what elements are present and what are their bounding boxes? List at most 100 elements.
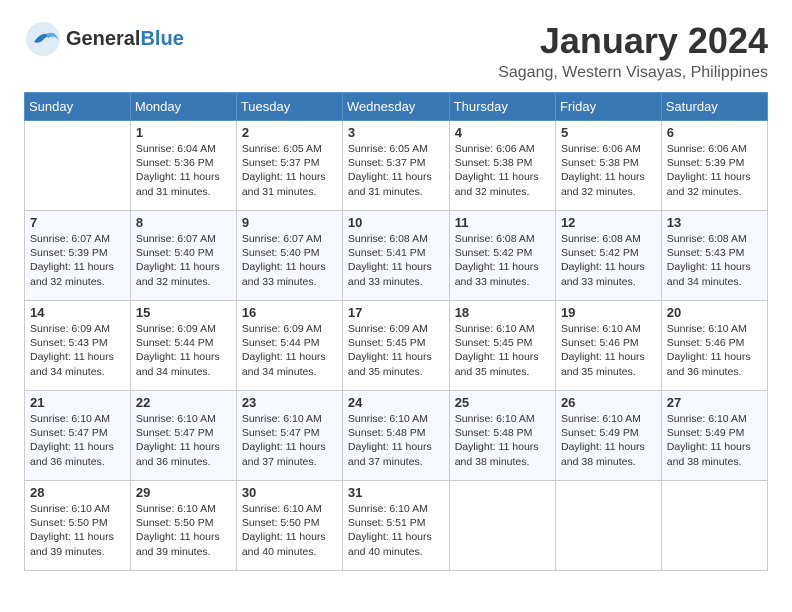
calendar-cell: 4 Sunrise: 6:06 AMSunset: 5:38 PMDaylight… [449, 121, 555, 211]
calendar-cell: 24 Sunrise: 6:10 AMSunset: 5:48 PMDayligh… [342, 391, 449, 481]
day-info: Sunrise: 6:10 AMSunset: 5:49 PMDaylight:… [561, 412, 656, 469]
day-number: 17 [348, 305, 444, 320]
calendar-week-row: 21 Sunrise: 6:10 AMSunset: 5:47 PMDayligh… [25, 391, 768, 481]
day-number: 2 [242, 125, 337, 140]
calendar-cell: 22 Sunrise: 6:10 AMSunset: 5:47 PMDayligh… [130, 391, 236, 481]
day-number: 25 [455, 395, 550, 410]
day-info: Sunrise: 6:09 AMSunset: 5:44 PMDaylight:… [136, 322, 231, 379]
calendar-week-row: 14 Sunrise: 6:09 AMSunset: 5:43 PMDayligh… [25, 301, 768, 391]
logo-blue: Blue [140, 28, 183, 50]
day-info: Sunrise: 6:09 AMSunset: 5:44 PMDaylight:… [242, 322, 337, 379]
day-info: Sunrise: 6:10 AMSunset: 5:47 PMDaylight:… [136, 412, 231, 469]
day-info: Sunrise: 6:06 AMSunset: 5:38 PMDaylight:… [455, 142, 550, 199]
calendar-cell: 6 Sunrise: 6:06 AMSunset: 5:39 PMDaylight… [661, 121, 767, 211]
calendar-week-row: 1 Sunrise: 6:04 AMSunset: 5:36 PMDaylight… [25, 121, 768, 211]
day-info: Sunrise: 6:10 AMSunset: 5:46 PMDaylight:… [561, 322, 656, 379]
col-header-tuesday: Tuesday [236, 93, 342, 121]
day-info: Sunrise: 6:10 AMSunset: 5:50 PMDaylight:… [136, 502, 231, 559]
day-number: 13 [667, 215, 762, 230]
day-number: 6 [667, 125, 762, 140]
logo-icon [24, 20, 62, 58]
calendar-cell: 31Sunrise: 6:10 AMSunset: 5:51 PMDayligh… [342, 481, 449, 571]
day-number: 11 [455, 215, 550, 230]
day-number: 24 [348, 395, 444, 410]
calendar-cell [555, 481, 661, 571]
day-info: Sunrise: 6:09 AMSunset: 5:45 PMDaylight:… [348, 322, 444, 379]
calendar-cell: 12 Sunrise: 6:08 AMSunset: 5:42 PMDayligh… [555, 211, 661, 301]
day-info: Sunrise: 6:05 AMSunset: 5:37 PMDaylight:… [348, 142, 444, 199]
calendar-cell: 5Sunrise: 6:06 AMSunset: 5:38 PMDaylight… [555, 121, 661, 211]
day-info: Sunrise: 6:07 AMSunset: 5:40 PMDaylight:… [242, 232, 337, 289]
calendar-cell: 11Sunrise: 6:08 AMSunset: 5:42 PMDayligh… [449, 211, 555, 301]
calendar-cell [449, 481, 555, 571]
calendar-cell: 14 Sunrise: 6:09 AMSunset: 5:43 PMDayligh… [25, 301, 131, 391]
day-info: Sunrise: 6:10 AMSunset: 5:45 PMDaylight:… [455, 322, 550, 379]
month-title: January 2024 [498, 20, 768, 62]
day-number: 14 [30, 305, 125, 320]
col-header-monday: Monday [130, 93, 236, 121]
day-number: 28 [30, 485, 125, 500]
calendar-cell [661, 481, 767, 571]
calendar-week-row: 7 Sunrise: 6:07 AMSunset: 5:39 PMDaylight… [25, 211, 768, 301]
day-info: Sunrise: 6:10 AMSunset: 5:48 PMDaylight:… [348, 412, 444, 469]
col-header-saturday: Saturday [661, 93, 767, 121]
day-number: 22 [136, 395, 231, 410]
day-info: Sunrise: 6:08 AMSunset: 5:43 PMDaylight:… [667, 232, 762, 289]
day-info: Sunrise: 6:08 AMSunset: 5:42 PMDaylight:… [561, 232, 656, 289]
day-info: Sunrise: 6:07 AMSunset: 5:40 PMDaylight:… [136, 232, 231, 289]
day-number: 18 [455, 305, 550, 320]
day-info: Sunrise: 6:10 AMSunset: 5:50 PMDaylight:… [242, 502, 337, 559]
calendar-cell: 9 Sunrise: 6:07 AMSunset: 5:40 PMDaylight… [236, 211, 342, 301]
day-number: 8 [136, 215, 231, 230]
day-number: 4 [455, 125, 550, 140]
day-number: 20 [667, 305, 762, 320]
calendar-cell: 2 Sunrise: 6:05 AMSunset: 5:37 PMDaylight… [236, 121, 342, 211]
calendar-cell: 21 Sunrise: 6:10 AMSunset: 5:47 PMDayligh… [25, 391, 131, 481]
day-number: 12 [561, 215, 656, 230]
col-header-sunday: Sunday [25, 93, 131, 121]
calendar-week-row: 28 Sunrise: 6:10 AMSunset: 5:50 PMDayligh… [25, 481, 768, 571]
calendar-cell: 25Sunrise: 6:10 AMSunset: 5:48 PMDayligh… [449, 391, 555, 481]
day-info: Sunrise: 6:10 AMSunset: 5:47 PMDaylight:… [242, 412, 337, 469]
day-number: 10 [348, 215, 444, 230]
calendar-cell: 7 Sunrise: 6:07 AMSunset: 5:39 PMDaylight… [25, 211, 131, 301]
day-number: 15 [136, 305, 231, 320]
day-info: Sunrise: 6:06 AMSunset: 5:38 PMDaylight:… [561, 142, 656, 199]
day-info: Sunrise: 6:10 AMSunset: 5:50 PMDaylight:… [30, 502, 125, 559]
page-header: GeneralBlue January 2024 Sagang, Western… [24, 20, 768, 82]
day-number: 19 [561, 305, 656, 320]
day-number: 16 [242, 305, 337, 320]
day-number: 27 [667, 395, 762, 410]
day-info: Sunrise: 6:04 AMSunset: 5:36 PMDaylight:… [136, 142, 231, 199]
day-number: 29 [136, 485, 231, 500]
day-info: Sunrise: 6:10 AMSunset: 5:47 PMDaylight:… [30, 412, 125, 469]
day-number: 7 [30, 215, 125, 230]
calendar-cell: 3 Sunrise: 6:05 AMSunset: 5:37 PMDaylight… [342, 121, 449, 211]
calendar-cell: 8 Sunrise: 6:07 AMSunset: 5:40 PMDaylight… [130, 211, 236, 301]
day-info: Sunrise: 6:07 AMSunset: 5:39 PMDaylight:… [30, 232, 125, 289]
day-number: 9 [242, 215, 337, 230]
day-number: 1 [136, 125, 231, 140]
calendar-cell: 1 Sunrise: 6:04 AMSunset: 5:36 PMDaylight… [130, 121, 236, 211]
day-number: 21 [30, 395, 125, 410]
calendar-cell: 19 Sunrise: 6:10 AMSunset: 5:46 PMDayligh… [555, 301, 661, 391]
calendar-cell: 30Sunrise: 6:10 AMSunset: 5:50 PMDayligh… [236, 481, 342, 571]
day-info: Sunrise: 6:05 AMSunset: 5:37 PMDaylight:… [242, 142, 337, 199]
calendar-cell: 13 Sunrise: 6:08 AMSunset: 5:43 PMDayligh… [661, 211, 767, 301]
calendar-cell: 20Sunrise: 6:10 AMSunset: 5:46 PMDayligh… [661, 301, 767, 391]
day-info: Sunrise: 6:06 AMSunset: 5:39 PMDaylight:… [667, 142, 762, 199]
calendar-cell: 10Sunrise: 6:08 AMSunset: 5:41 PMDayligh… [342, 211, 449, 301]
calendar-cell: 29 Sunrise: 6:10 AMSunset: 5:50 PMDayligh… [130, 481, 236, 571]
col-header-friday: Friday [555, 93, 661, 121]
calendar-cell: 16 Sunrise: 6:09 AMSunset: 5:44 PMDayligh… [236, 301, 342, 391]
calendar-header-row: SundayMondayTuesdayWednesdayThursdayFrid… [25, 93, 768, 121]
calendar-cell: 17 Sunrise: 6:09 AMSunset: 5:45 PMDayligh… [342, 301, 449, 391]
day-info: Sunrise: 6:09 AMSunset: 5:43 PMDaylight:… [30, 322, 125, 379]
title-area: January 2024 Sagang, Western Visayas, Ph… [498, 20, 768, 82]
day-number: 3 [348, 125, 444, 140]
location-title: Sagang, Western Visayas, Philippines [498, 64, 768, 82]
day-number: 26 [561, 395, 656, 410]
logo: GeneralBlue [24, 20, 184, 58]
day-info: Sunrise: 6:10 AMSunset: 5:49 PMDaylight:… [667, 412, 762, 469]
calendar-cell: 15 Sunrise: 6:09 AMSunset: 5:44 PMDayligh… [130, 301, 236, 391]
